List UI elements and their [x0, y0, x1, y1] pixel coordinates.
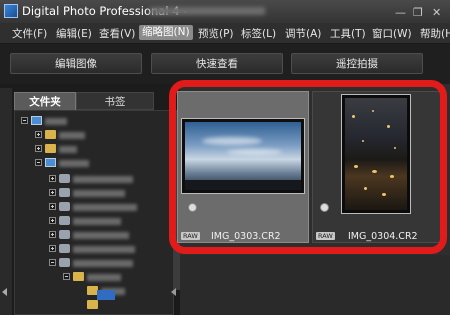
tree-row[interactable]	[15, 157, 173, 169]
tree-row[interactable]	[15, 229, 173, 241]
tree-label	[73, 246, 135, 253]
menu-bar: 文件(F) 编辑(E) 查看(V) 缩略图(N) 预览(P) 标签(L) 调节(…	[0, 23, 450, 44]
folder-icon	[87, 300, 98, 309]
tree-row[interactable]	[15, 215, 173, 227]
tree-row[interactable]	[15, 299, 173, 311]
tab-folders[interactable]: 文件夹	[14, 92, 76, 110]
tree-label	[87, 274, 121, 281]
tree-row[interactable]	[15, 285, 173, 297]
drive-icon	[59, 202, 70, 211]
drive-icon	[59, 174, 70, 183]
tree-label	[73, 176, 133, 183]
drive-icon	[59, 216, 70, 225]
remote-shooting-button[interactable]: 遥控拍摄	[291, 53, 423, 74]
tree-row[interactable]	[15, 173, 173, 185]
folder-tree	[14, 110, 174, 315]
scroll-left-icon[interactable]	[171, 288, 176, 296]
tree-row[interactable]	[15, 201, 173, 213]
tree-label	[45, 118, 67, 125]
expand-icon[interactable]	[49, 217, 56, 224]
menu-thumbnail[interactable]: 缩略图(N)	[139, 25, 193, 40]
expand-icon[interactable]	[35, 131, 42, 138]
drive-icon	[59, 244, 70, 253]
selected-folder-highlight[interactable]	[97, 290, 115, 300]
tree-row[interactable]	[15, 257, 173, 269]
folder-icon	[45, 130, 56, 139]
title-bar: Digital Photo Professional 4 - — ❐ ✕	[0, 0, 450, 23]
tree-row[interactable]	[15, 187, 173, 199]
collapse-icon[interactable]	[35, 159, 42, 166]
maximize-icon[interactable]: ❐	[413, 6, 423, 19]
menu-preview[interactable]: 预览(P)	[198, 26, 234, 41]
menu-window[interactable]: 窗口(W)	[372, 26, 412, 41]
menu-view[interactable]: 查看(V)	[99, 26, 135, 41]
drive-icon	[59, 258, 70, 267]
tree-row[interactable]	[15, 129, 173, 141]
expand-icon[interactable]	[49, 231, 56, 238]
menu-tools[interactable]: 工具(T)	[330, 26, 366, 41]
expand-icon[interactable]	[49, 175, 56, 182]
expand-icon[interactable]	[49, 189, 56, 196]
folder-icon	[45, 144, 56, 153]
collapse-icon[interactable]	[49, 259, 56, 266]
menu-file[interactable]: 文件(F)	[12, 26, 47, 41]
drive-icon	[59, 188, 70, 197]
tab-bookmarks[interactable]: 书签	[76, 92, 154, 110]
close-icon[interactable]: ✕	[432, 6, 441, 19]
computer-icon	[45, 158, 56, 167]
quick-check-button[interactable]: 快速查看	[151, 53, 283, 74]
tree-label	[73, 260, 133, 267]
tree-row[interactable]	[15, 115, 173, 127]
tree-label	[73, 204, 137, 211]
expand-icon[interactable]	[35, 145, 42, 152]
menu-adjust[interactable]: 调节(A)	[285, 26, 321, 41]
expand-icon[interactable]	[49, 203, 56, 210]
collapse-icon[interactable]	[21, 117, 28, 124]
tree-label	[59, 160, 89, 167]
computer-icon	[31, 116, 42, 125]
edit-image-button[interactable]: 编辑图像	[10, 53, 142, 74]
collapse-icon[interactable]	[63, 273, 70, 280]
highlight-annotation-frame	[169, 80, 447, 254]
app-icon	[4, 4, 18, 18]
tree-row[interactable]	[15, 271, 173, 283]
folder-icon	[73, 272, 84, 281]
tree-label	[73, 190, 125, 197]
collapse-left-icon[interactable]	[2, 288, 7, 296]
blurred-title-suffix	[150, 7, 265, 15]
tree-label	[73, 218, 121, 225]
toolbar: 编辑图像 快速查看 遥控拍摄	[0, 44, 450, 84]
tree-label	[59, 132, 85, 139]
tree-row[interactable]	[15, 143, 173, 155]
tree-label	[59, 146, 77, 153]
expand-icon[interactable]	[49, 245, 56, 252]
drive-icon	[59, 230, 70, 239]
menu-edit[interactable]: 编辑(E)	[56, 26, 92, 41]
tree-row[interactable]	[15, 243, 173, 255]
thumbnail-area-bottom	[180, 255, 450, 315]
minimize-icon[interactable]: —	[395, 6, 406, 19]
menu-label[interactable]: 标签(L)	[241, 26, 276, 41]
menu-help[interactable]: 帮助(H)	[420, 26, 450, 41]
panel-collapse-strip[interactable]	[0, 88, 12, 315]
tree-label	[73, 232, 129, 239]
